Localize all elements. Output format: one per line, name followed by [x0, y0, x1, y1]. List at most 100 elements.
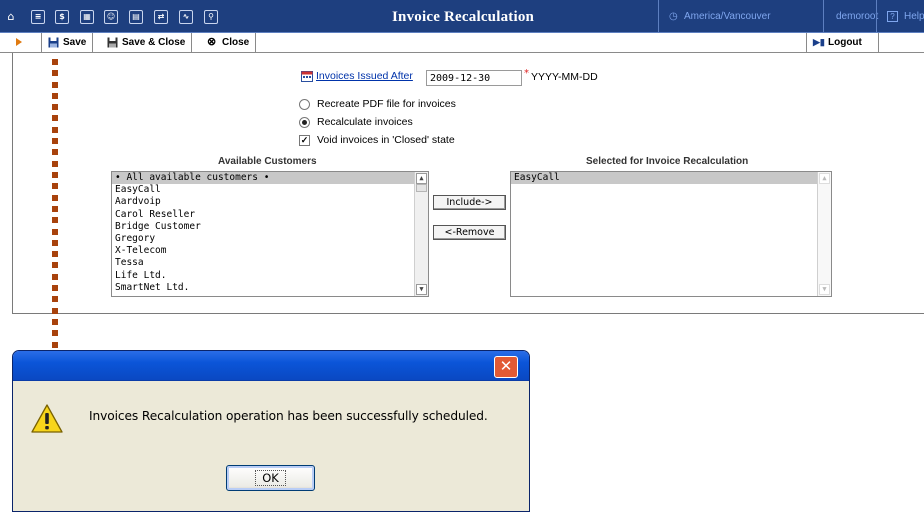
divider [823, 0, 824, 33]
scrollbar[interactable]: ▲ ▼ [817, 172, 831, 296]
ok-button[interactable]: OK [226, 465, 315, 491]
required-mark: * [524, 68, 529, 79]
ok-label: OK [255, 470, 286, 486]
list-icon[interactable]: ≡ [31, 10, 45, 24]
divider [658, 0, 659, 33]
save-button[interactable]: Save [41, 33, 94, 52]
scroll-down-icon[interactable]: ▼ [416, 284, 427, 295]
connector-dot [52, 319, 58, 325]
radio-button[interactable] [299, 98, 310, 110]
form-panel: Invoices Issued After * YYYY-MM-DD Recre… [12, 53, 924, 314]
logout-icon: ▶▮ [813, 37, 825, 47]
list-item[interactable]: Aardvoip [112, 196, 428, 208]
close-circle-icon: ⊗ [207, 36, 217, 48]
scroll-down-icon[interactable]: ▼ [819, 284, 830, 295]
calendar-icon[interactable] [301, 70, 313, 82]
floppy-icon [107, 37, 118, 48]
timezone-icon: ◷ [669, 11, 678, 22]
connector-dot [52, 104, 58, 110]
dollar-icon[interactable]: $ [55, 10, 69, 24]
list-item[interactable]: EasyCall [112, 184, 428, 196]
alert-dialog: ✕ Invoices Recalculation operation has b… [12, 350, 530, 512]
connector-dot [52, 206, 58, 212]
selected-heading: Selected for Invoice Recalculation [586, 156, 749, 167]
help-link[interactable]: Help [904, 11, 924, 22]
include-button[interactable]: Include-> [433, 195, 506, 210]
list-item[interactable]: Carol Reseller [112, 209, 428, 221]
calendar-icon[interactable]: ▤ [129, 10, 143, 24]
close-label: Close [222, 37, 250, 48]
list-item[interactable]: SmartNet Ltd. [112, 282, 428, 294]
dialog-title-bar[interactable] [13, 351, 529, 381]
save-label: Save [63, 37, 87, 48]
toolbar: Save Save & Close ⊗ Close ▶▮ Logout [0, 33, 924, 53]
user-link[interactable]: demoroot [836, 11, 878, 22]
issued-after-label: Invoices Issued After [301, 70, 413, 82]
connector-dot [52, 296, 58, 302]
issued-after-field[interactable] [426, 70, 522, 86]
connector-dot [52, 217, 58, 223]
transfer-icon[interactable]: ⇄ [154, 10, 168, 24]
connector-dot [52, 240, 58, 246]
list-item[interactable]: • All available customers • [112, 172, 428, 185]
connector-dot [52, 195, 58, 201]
void-closed-option[interactable]: ✓ Void invoices in 'Closed' state [299, 134, 455, 146]
list-item[interactable]: Gregory [112, 233, 428, 245]
floppy-icon [48, 37, 59, 48]
scroll-thumb[interactable] [416, 184, 427, 192]
toolbar-arrow-icon [16, 38, 22, 46]
remove-button[interactable]: <-Remove [433, 225, 506, 240]
user-icon[interactable]: ☺ [104, 10, 118, 24]
save-close-label: Save & Close [122, 37, 186, 48]
top-bar: ⌂ ≡ $ ▦ ☺ ▤ ⇄ ∿ ⚲ Invoice Recalculation … [0, 0, 924, 33]
search-icon[interactable]: ⚲ [204, 10, 218, 24]
logout-button[interactable]: ▶▮ Logout [806, 33, 879, 52]
grid-icon[interactable]: ▦ [80, 10, 94, 24]
list-item[interactable]: EasyCall [511, 172, 831, 185]
connector-dot [52, 229, 58, 235]
connector-dot [52, 342, 58, 348]
scroll-up-icon[interactable]: ▲ [819, 173, 830, 184]
recalculate-option[interactable]: Recalculate invoices [299, 116, 413, 128]
date-format-hint: YYYY-MM-DD [531, 71, 598, 83]
available-customers-heading: Available Customers [218, 156, 317, 167]
radio-button[interactable] [299, 116, 310, 128]
list-item[interactable]: X-Telecom [112, 245, 428, 257]
connector-dot [52, 262, 58, 268]
scroll-up-icon[interactable]: ▲ [416, 173, 427, 184]
timezone-link[interactable]: America/Vancouver [684, 11, 771, 22]
connector-dot [52, 82, 58, 88]
list-item[interactable]: Bridge Customer [112, 221, 428, 233]
issued-after-link[interactable]: Invoices Issued After [316, 70, 413, 82]
chart-icon[interactable]: ∿ [179, 10, 193, 24]
checkbox[interactable]: ✓ [299, 134, 310, 146]
connector-dot [52, 285, 58, 291]
dialog-close-button[interactable]: ✕ [494, 356, 518, 378]
divider [876, 0, 877, 33]
recreate-pdf-option[interactable]: Recreate PDF file for invoices [299, 98, 456, 110]
logout-label: Logout [828, 37, 862, 48]
connector-dot [52, 172, 58, 178]
connector-dot [52, 161, 58, 167]
page-title: Invoice Recalculation [392, 9, 535, 25]
connector-dot [52, 251, 58, 257]
close-button[interactable]: ⊗ Close [201, 33, 257, 52]
warning-icon [31, 404, 63, 433]
dialog-message: Invoices Recalculation operation has bee… [89, 409, 488, 423]
option-label: Recreate PDF file for invoices [317, 98, 456, 110]
connector-dot [52, 59, 58, 65]
option-label: Void invoices in 'Closed' state [317, 134, 455, 146]
help-icon[interactable]: ? [887, 11, 898, 22]
connector-dot [52, 274, 58, 280]
available-customers-list[interactable]: • All available customers • EasyCall Aardv… [111, 171, 429, 297]
list-item[interactable]: Life Ltd. [112, 270, 428, 282]
option-label: Recalculate invoices [317, 116, 413, 128]
connector-dot [52, 93, 58, 99]
list-item[interactable]: Tessa [112, 257, 428, 269]
connector-dot [52, 308, 58, 314]
selected-customers-list[interactable]: EasyCall ▲ ▼ [510, 171, 832, 297]
connector-dot [52, 330, 58, 336]
scrollbar[interactable]: ▲ ▼ [414, 172, 428, 296]
save-close-button[interactable]: Save & Close [101, 33, 193, 52]
home-icon[interactable]: ⌂ [4, 10, 18, 24]
